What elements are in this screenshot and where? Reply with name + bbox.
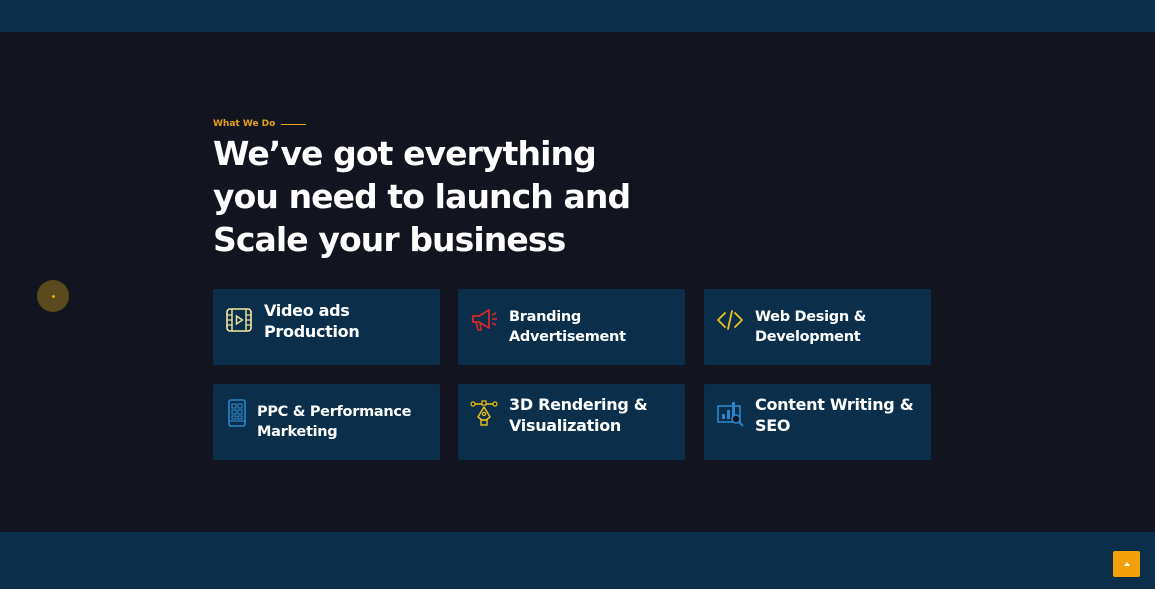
service-card-video-ads[interactable]: Video ads Production	[213, 289, 440, 365]
eyebrow-line	[281, 123, 307, 125]
top-band	[0, 0, 1155, 32]
service-card-web-design[interactable]: Web Design & Development	[704, 289, 931, 365]
service-label-line-1: 3D Rendering &	[509, 395, 648, 414]
service-card-content-writing[interactable]: Content Writing & SEO	[704, 384, 931, 460]
service-label-line-1: PPC & Performance	[257, 404, 412, 420]
headline-line-1: We’ve got everything	[213, 134, 597, 173]
code-icon	[717, 310, 743, 330]
service-label: Content Writing & SEO	[755, 394, 914, 436]
service-label-line-1: Content Writing &	[755, 395, 914, 414]
service-label: Video ads Production	[264, 300, 360, 342]
service-card-ppc[interactable]: PPC & Performance Marketing	[213, 384, 440, 460]
headline-line-3: Scale your business	[213, 220, 566, 259]
section-eyebrow: What We Do	[213, 119, 307, 129]
service-card-3d-rendering[interactable]: 3D Rendering & Visualization	[458, 384, 685, 460]
megaphone-icon	[472, 309, 497, 331]
section-headline: We’ve got everything you need to launch …	[213, 132, 633, 261]
pen-tool-icon	[470, 400, 498, 426]
cursor-core	[51, 294, 55, 298]
bottom-band	[0, 532, 1155, 589]
service-label-line-1: Video ads	[264, 301, 350, 320]
service-label-line-1: Branding	[509, 309, 581, 325]
analytics-icon	[717, 402, 744, 427]
service-label-line-2: Marketing	[257, 424, 338, 440]
mobile-icon	[228, 399, 246, 427]
service-card-branding[interactable]: Branding Advertisement	[458, 289, 685, 365]
service-label-line-2: Visualization	[509, 416, 621, 435]
headline-line-2: you need to launch and	[213, 177, 631, 216]
service-label-line-1: Web Design &	[755, 309, 867, 325]
service-label-line-2: Advertisement	[509, 329, 626, 345]
cursor-follower	[37, 280, 69, 312]
scroll-to-top-button[interactable]	[1113, 551, 1140, 577]
service-label: Web Design & Development	[755, 307, 866, 347]
service-label-line-2: Development	[755, 329, 861, 345]
service-label-line-2: SEO	[755, 416, 791, 435]
service-label: Branding Advertisement	[509, 307, 626, 347]
service-label: 3D Rendering & Visualization	[509, 394, 648, 436]
service-label: PPC & Performance Marketing	[257, 402, 412, 442]
video-icon	[226, 308, 252, 332]
arrow-up-icon	[1123, 562, 1130, 566]
eyebrow-label: What We Do	[213, 119, 276, 129]
service-label-line-2: Production	[264, 322, 360, 341]
